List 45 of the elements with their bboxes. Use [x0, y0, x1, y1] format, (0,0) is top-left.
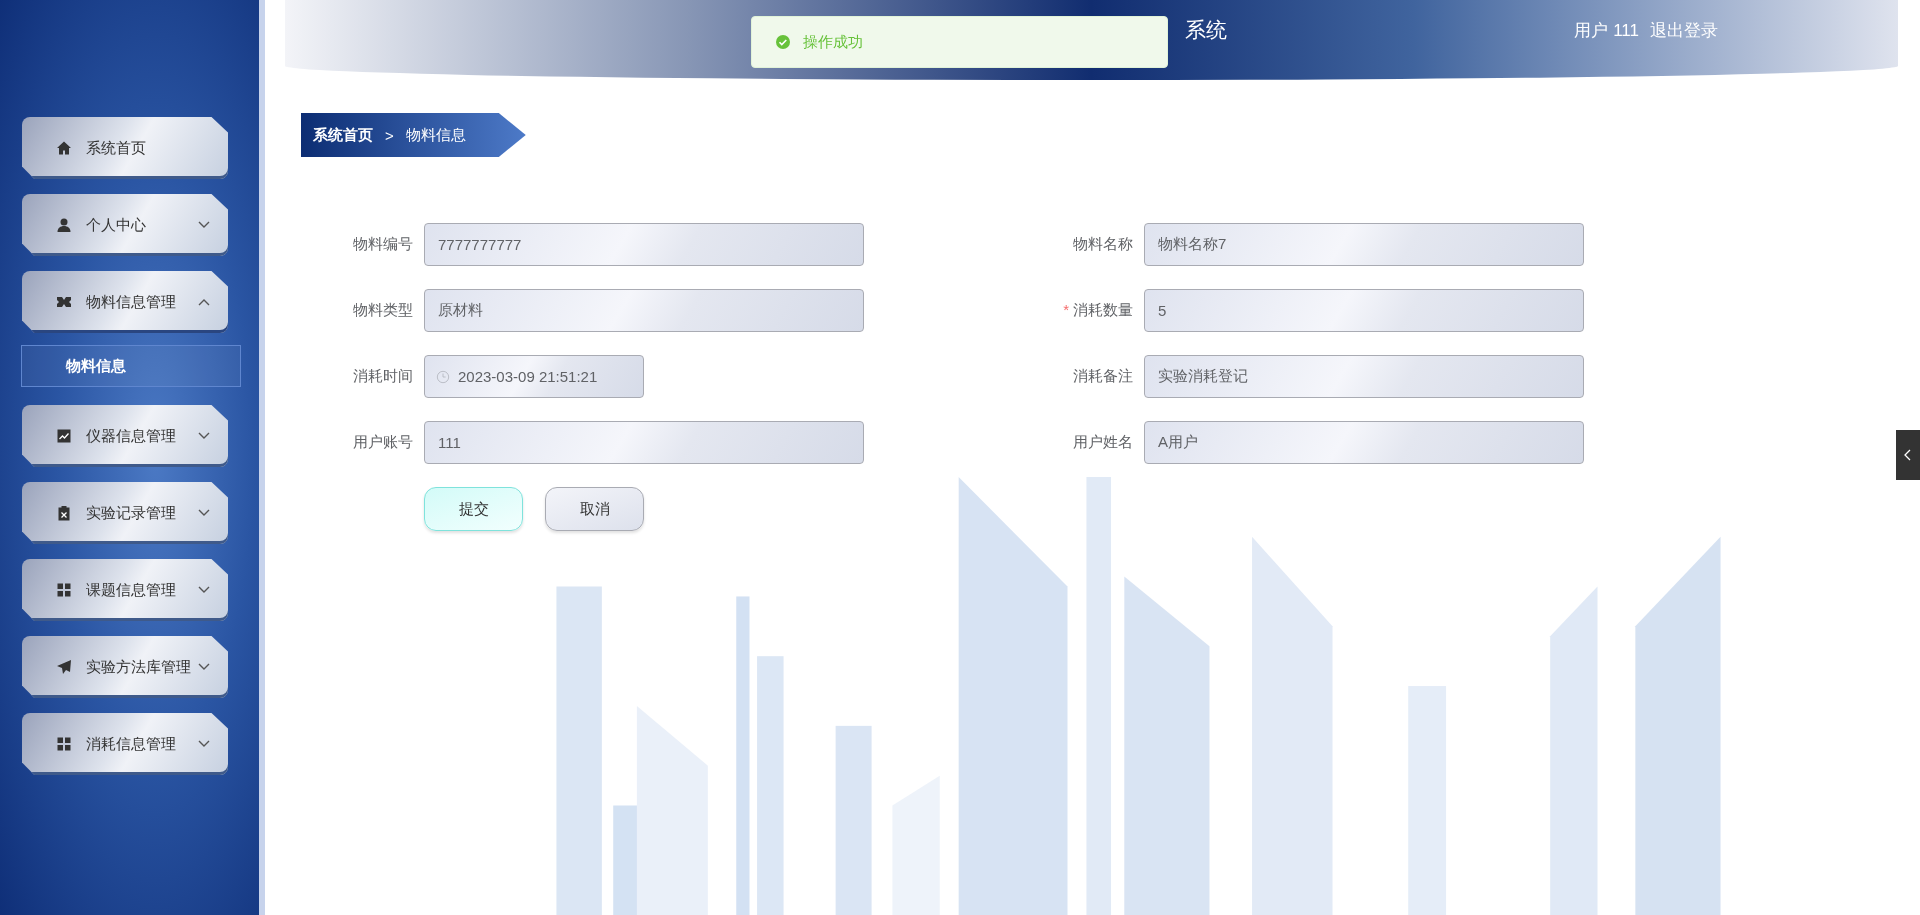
chevron-left-icon [1904, 449, 1912, 461]
input-field[interactable]: 5 [1144, 289, 1584, 332]
field-label: 消耗数量 [1073, 301, 1133, 318]
field-label: 用户账号 [353, 433, 413, 450]
cancel-button[interactable]: 取消 [545, 487, 644, 531]
submenu-item[interactable]: 物料信息 [21, 345, 241, 387]
field-label: 消耗备注 [1073, 367, 1133, 384]
breadcrumb-separator: > [385, 126, 394, 144]
field-label: 用户姓名 [1073, 433, 1133, 450]
user-icon [56, 217, 72, 233]
clipboard-icon [56, 505, 72, 521]
menu-item[interactable]: 消耗信息管理 [22, 713, 228, 775]
breadcrumb-link[interactable]: 系统首页 [313, 125, 373, 145]
input-field[interactable]: 原材料 [424, 289, 864, 332]
breadcrumb-link[interactable]: 物料信息 [405, 125, 466, 145]
grid-icon [56, 582, 72, 598]
menu-item[interactable]: 实验方法库管理 [22, 636, 228, 698]
home-icon [56, 140, 72, 156]
date-time-field[interactable]: 2023-03-09 21:51:21 [424, 355, 644, 398]
required-mark: * [1063, 301, 1069, 318]
menu-item[interactable]: 实验记录管理 [22, 482, 228, 544]
clock-icon [436, 369, 450, 384]
submit-button[interactable]: 提交 [424, 487, 523, 531]
success-icon [775, 34, 791, 50]
collapse-tab[interactable] [1896, 430, 1920, 480]
menu-item[interactable]: 系统首页 [22, 117, 228, 179]
menu-item[interactable]: 课题信息管理 [22, 559, 228, 621]
grid-icon [56, 736, 72, 752]
system-title: 系统 [1185, 17, 1227, 43]
field-label: 消耗时间 [353, 367, 413, 384]
user-name: 用户 111 [1574, 20, 1639, 42]
toast-message: 操作成功 [803, 32, 863, 52]
chart-icon [56, 428, 72, 444]
menu-item[interactable]: 仪器信息管理 [22, 405, 228, 467]
input-field[interactable]: 实验消耗登记 [1144, 355, 1584, 398]
input-field[interactable]: 7777777777 [424, 223, 864, 266]
field-label: 物料名称 [1073, 235, 1133, 252]
field-label: 物料编号 [353, 235, 413, 252]
paper-plane-icon [56, 659, 72, 675]
menu-item[interactable]: 物料信息管理 [22, 271, 228, 333]
field-label: 物料类型 [353, 301, 413, 318]
input-field[interactable]: 物料名称7 [1144, 223, 1584, 266]
menu-item[interactable]: 个人中心 [22, 194, 228, 256]
input-field[interactable]: A用户 [1144, 421, 1584, 464]
input-field[interactable]: 111 [424, 421, 864, 464]
